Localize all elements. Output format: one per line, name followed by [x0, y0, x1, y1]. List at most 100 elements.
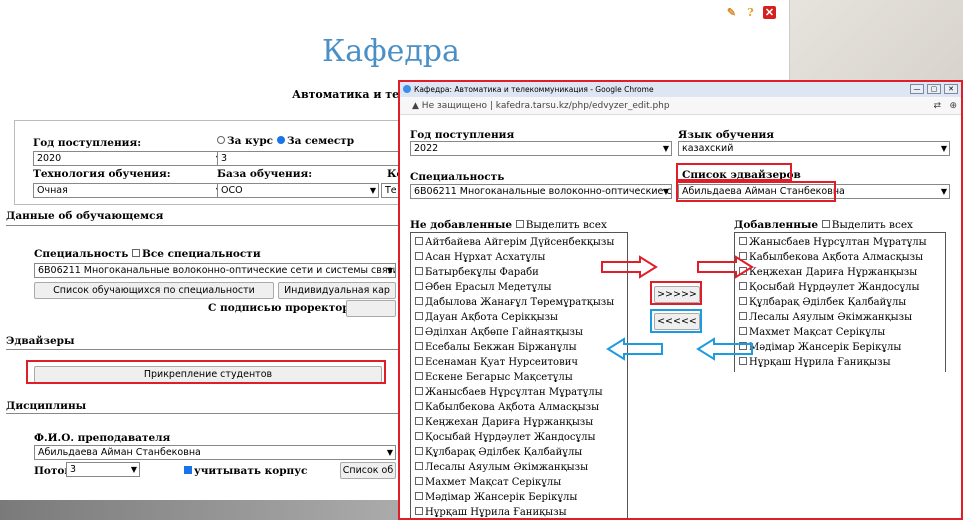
address-bar[interactable]: ▲ Не защищено | kafedra.tarsu.kz/php/edv… [400, 97, 961, 115]
spec-select[interactable]: 6В06211 Многоканальные волоконно-оптичес… [410, 184, 672, 199]
checkbox[interactable] [739, 312, 747, 320]
checkbox[interactable] [415, 252, 423, 260]
checkbox[interactable] [415, 387, 423, 395]
individual-card-button[interactable]: Индивидуальная кар [278, 282, 396, 299]
teacher-select[interactable]: Абильдаева Айман Станбековна ▼ [34, 445, 396, 460]
checkbox[interactable] [415, 297, 423, 305]
disciplines-header: Дисциплины [6, 400, 87, 412]
list-item[interactable]: Мәдімар Жансерік Берікұлы [739, 342, 901, 354]
year-select[interactable]: 2022 ▼ [410, 141, 672, 156]
checkbox[interactable] [415, 492, 423, 500]
course-radio[interactable]: За курс [217, 135, 273, 147]
student-name: Айтбайева Айгерім Дүйсенбекқызы [425, 237, 615, 248]
list-by-spec-button[interactable]: Список обучающихся по специальности [34, 282, 274, 299]
list-item[interactable]: Айтбайева Айгерім Дүйсенбекқызы [415, 237, 614, 249]
student-name: Мәдімар Жансерік Берікұлы [749, 342, 902, 353]
checkbox[interactable] [415, 342, 423, 350]
not-added-list[interactable]: Айтбайева Айгерім Дүйсенбекқызы Асан Нұрх… [410, 232, 628, 518]
list-item[interactable]: Махмет Мақсат Серікұлы [739, 327, 885, 339]
lang-select[interactable]: казахский ▼ [678, 141, 950, 156]
list-item[interactable]: Нұрқаш Нұрила Ғаниқызы [415, 507, 567, 518]
list-item[interactable]: Дауан Ақбота Серікқызы [415, 312, 558, 324]
checkbox[interactable] [415, 432, 423, 440]
not-added-header: Не добавленные Выделить всех [410, 219, 607, 231]
student-name: Есебалы Бекжан Біржанұлы [425, 342, 577, 353]
checkbox[interactable] [415, 447, 423, 455]
list-item[interactable]: Кеңжехан Дариға Нұржанқызы [415, 417, 593, 429]
translate-icon[interactable]: ⇄ [933, 97, 941, 115]
list-item[interactable]: Кабылбекова Ақбота Алмасқызы [739, 252, 923, 264]
list-item[interactable]: Есебалы Бекжан Біржанұлы [415, 342, 577, 354]
student-name: Асан Нұрхат Асхатұлы [425, 252, 546, 263]
checkbox[interactable] [415, 327, 423, 335]
student-name: Ескене Бегарыс Мақсетұлы [425, 372, 573, 383]
list-item[interactable]: Кабылбекова Ақбота Алмасқызы [415, 402, 599, 414]
list-item[interactable]: Махмет Мақсат Серікұлы [415, 477, 561, 489]
close-icon[interactable]: ✕ [763, 6, 776, 19]
list-item[interactable]: Қосыбай Нұрдәулет Жандосұлы [739, 282, 919, 294]
spec-label: Специальность [410, 171, 505, 183]
checkbox[interactable] [415, 357, 423, 365]
list-item[interactable]: Құлбарақ Әділбек Қалбайұлы [739, 297, 906, 309]
checkbox[interactable] [739, 282, 747, 290]
minimize-icon[interactable]: — [910, 84, 924, 94]
zoom-icon[interactable]: ⊕ [949, 97, 957, 115]
list-item[interactable]: Нұрқаш Нұрила Ғаниқызы [739, 357, 891, 369]
checkbox[interactable] [415, 417, 423, 425]
consider-building-checkbox[interactable]: учитывать корпус [184, 465, 307, 477]
page-title: Кафедра [322, 34, 460, 69]
edit-icon[interactable]: ✎ [725, 6, 738, 19]
list-item[interactable]: Есенаман Қуат Нурсеитович [415, 357, 578, 369]
list-item[interactable]: Ескене Бегарыс Мақсетұлы [415, 372, 573, 384]
student-name: Кабылбекова Ақбота Алмасқызы [749, 252, 924, 263]
checkbox[interactable] [415, 462, 423, 470]
list-item[interactable]: Лесалы Аяулым Әкімжанқызы [739, 312, 912, 324]
list-item[interactable]: Әділхан Ақбөпе Гайнаятқызы [415, 327, 583, 339]
divider [6, 349, 398, 350]
semester-radio[interactable]: За семестр [277, 135, 354, 147]
student-name: Махмет Мақсат Серікұлы [425, 477, 562, 488]
checkbox[interactable] [415, 282, 423, 290]
checkbox[interactable] [415, 267, 423, 275]
list-item[interactable]: Мәдімар Жансерік Берікұлы [415, 492, 577, 504]
student-name: Жанысбаев Нұрсұлтан Мұратұлы [425, 387, 603, 398]
list-item[interactable]: Қосыбай Нұрдәулет Жандосұлы [415, 432, 595, 444]
page-subtitle: Автоматика и те [292, 88, 400, 101]
list-item[interactable]: Жанысбаев Нұрсұлтан Мұратұлы [739, 237, 927, 249]
list-item[interactable]: Кеңжехан Дариға Нұржанқызы [739, 267, 917, 279]
student-name: Кеңжехан Дариға Нұржанқызы [425, 417, 594, 428]
list-item[interactable]: Жанысбаев Нұрсұлтан Мұратұлы [415, 387, 603, 399]
checkbox[interactable] [739, 297, 747, 305]
list-ob-button[interactable]: Список об [340, 462, 396, 479]
base-select[interactable]: ОСО ▼ [217, 183, 379, 198]
list-item[interactable]: Дабылова Жанағұл Төремұратқызы [415, 297, 614, 309]
checkbox[interactable] [415, 477, 423, 485]
list-item[interactable]: Батырбекұлы Фараби [415, 267, 539, 279]
year-label: Год поступления [410, 129, 515, 141]
checkbox[interactable] [415, 312, 423, 320]
tech-select[interactable]: Очная▼ [33, 183, 225, 198]
extra-button[interactable] [346, 300, 396, 317]
checkbox[interactable] [415, 507, 423, 515]
help-icon[interactable]: ? [744, 6, 757, 19]
semester-input[interactable]: 3 [217, 151, 403, 166]
student-name: Құлбарақ Әділбек Қалбайұлы [749, 297, 907, 308]
checkbox[interactable] [415, 237, 423, 245]
year-select[interactable]: 2020▼ [33, 151, 225, 166]
checkbox[interactable] [415, 402, 423, 410]
list-item[interactable]: Әбен Ерасыл Медетұлы [415, 282, 551, 294]
list-item[interactable]: Лесалы Аяулым Әкімжанқызы [415, 462, 588, 474]
spec-select[interactable]: 6В06211 Многоканальные волоконно-оптичес… [34, 263, 396, 278]
close-window-icon[interactable]: ✕ [944, 84, 958, 94]
checkbox[interactable] [415, 372, 423, 380]
checkbox[interactable] [739, 237, 747, 245]
blue-arrow-left [606, 337, 663, 361]
added-list[interactable]: Жанысбаев Нұрсұлтан Мұратұлы Кабылбекова … [734, 232, 946, 372]
list-item[interactable]: Құлбарақ Әділбек Қалбайұлы [415, 447, 582, 459]
maximize-icon[interactable]: ▢ [927, 84, 941, 94]
list-item[interactable]: Асан Нұрхат Асхатұлы [415, 252, 545, 264]
stream-select[interactable]: 3 ▼ [66, 462, 140, 477]
chrome-icon [403, 85, 411, 93]
student-name: Дабылова Жанағұл Төремұратқызы [425, 297, 615, 308]
checkbox[interactable] [739, 327, 747, 335]
